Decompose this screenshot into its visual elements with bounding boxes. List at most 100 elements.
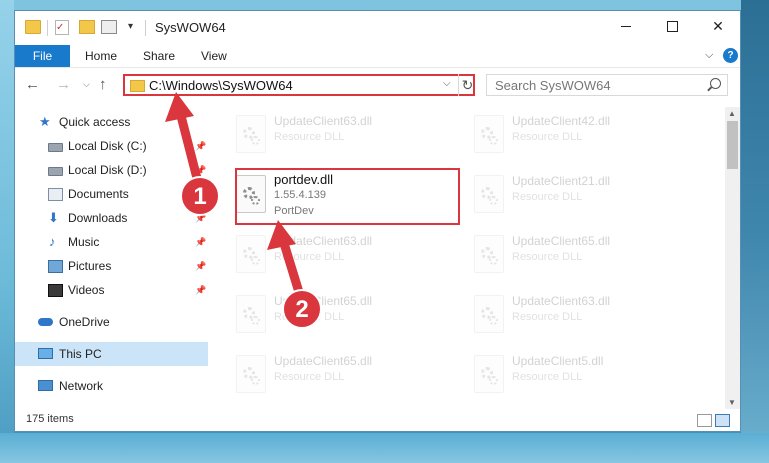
drive-icon (48, 167, 63, 176)
search-icon[interactable] (710, 78, 721, 89)
videos-icon (48, 284, 63, 297)
search-placeholder: Search SysWOW64 (495, 78, 611, 93)
file-list: UpdateClient63.dll Resource DLL portdev.… (220, 107, 725, 409)
sidebar-item-label: Local Disk (D:) (68, 163, 147, 177)
file-type: Resource DLL (512, 311, 583, 323)
sidebar-item-label: Videos (68, 283, 105, 297)
maximize-button[interactable] (649, 11, 695, 41)
status-bar: 175 items (15, 409, 740, 431)
cloud-icon (38, 318, 53, 326)
sidebar-item-local-disk-c[interactable]: Local Disk (C:) 📌 (15, 134, 208, 158)
pin-icon[interactable]: 📌 (195, 134, 206, 158)
file-item[interactable]: UpdateClient63.dll Resource DLL (230, 107, 450, 161)
recent-locations-icon[interactable]: ⌵ (83, 79, 90, 90)
sidebar-item-this-pc[interactable]: This PC (15, 342, 208, 366)
file-type: Resource DLL (274, 371, 345, 383)
computer-icon (38, 348, 53, 359)
scroll-down-icon[interactable]: ▼ (728, 398, 736, 407)
file-item[interactable]: UpdateClient63.dll Resource DLL (468, 287, 688, 341)
sidebar-item-videos[interactable]: Videos 📌 (15, 278, 208, 302)
close-button[interactable]: ✕ (695, 11, 741, 41)
details-view-icon[interactable] (697, 414, 712, 427)
minimize-button[interactable] (603, 11, 649, 41)
tab-share[interactable]: Share (143, 45, 175, 67)
properties-check-icon[interactable]: ✓ (55, 20, 69, 35)
item-count: 175 items (26, 413, 74, 425)
new-folder-icon[interactable] (79, 20, 95, 34)
music-icon: ♪ (49, 234, 56, 249)
window-title: SysWOW64 (155, 20, 226, 35)
sidebar-item-label: Quick access (59, 115, 131, 129)
file-name: UpdateClient63.dll (512, 294, 611, 308)
sidebar-item-label: Local Disk (C:) (68, 139, 147, 153)
vertical-scrollbar[interactable]: ▲ ▼ (725, 107, 740, 409)
drive-icon (48, 143, 63, 152)
sidebar-item-label: Network (59, 379, 104, 393)
sidebar-item-label: Music (68, 235, 100, 249)
file-item[interactable]: UpdateClient63.dll Resource DLL (230, 227, 450, 281)
pin-icon[interactable]: 📌 (195, 254, 206, 278)
sidebar-item-quick-access[interactable]: ★ Quick access (15, 110, 208, 134)
pin-icon[interactable]: 📌 (195, 278, 206, 302)
tab-file[interactable]: File (15, 45, 70, 67)
file-item[interactable]: UpdateClient21.dll Resource DLL (468, 167, 688, 221)
search-input[interactable]: Search SysWOW64 (486, 74, 728, 96)
highlight-box-portdev (235, 168, 460, 225)
dll-file-icon (234, 115, 266, 153)
folder-icon (130, 80, 145, 92)
file-name: UpdateClient65.dll (274, 354, 373, 368)
dll-file-icon (472, 175, 504, 213)
help-icon[interactable]: ? (723, 48, 738, 63)
back-arrow-icon[interactable]: ← (25, 76, 40, 93)
tab-home[interactable]: Home (85, 45, 117, 67)
tab-view[interactable]: View (201, 45, 227, 67)
divider (145, 20, 146, 36)
sidebar-item-downloads[interactable]: ⬇ Downloads 📌 (15, 206, 208, 230)
sidebar-item-label: Documents (68, 187, 129, 201)
sidebar-item-pictures[interactable]: Pictures 📌 (15, 254, 208, 278)
scrollbar-thumb[interactable] (727, 121, 738, 169)
desktop-background-right (741, 0, 769, 463)
dll-file-icon (234, 235, 266, 273)
dll-file-icon (234, 355, 266, 393)
refresh-icon[interactable]: ↻ (458, 74, 476, 96)
up-arrow-icon[interactable]: ↑ (99, 76, 107, 93)
dll-file-icon (472, 235, 504, 273)
file-item[interactable]: UpdateClient65.dll Resource DLL (230, 347, 450, 401)
sidebar-item-onedrive[interactable]: OneDrive (15, 310, 208, 334)
network-icon (38, 380, 53, 391)
file-name: UpdateClient63.dll (274, 114, 373, 128)
file-type: Resource DLL (512, 251, 583, 263)
address-path[interactable]: C:\Windows\SysWOW64 (149, 78, 293, 93)
download-icon: ⬇ (48, 210, 59, 225)
quick-access-dropdown-icon[interactable]: ▾ (128, 21, 133, 32)
ribbon-expand-icon[interactable]: ⌵ (705, 49, 713, 62)
navigation-pane: ★ Quick access Local Disk (C:) 📌 Local D… (15, 107, 210, 409)
file-type: Resource DLL (512, 131, 583, 143)
customize-icon[interactable] (101, 20, 117, 34)
address-dropdown-icon[interactable]: ⌵ (443, 78, 451, 89)
scroll-up-icon[interactable]: ▲ (728, 109, 736, 118)
file-item[interactable]: UpdateClient42.dll Resource DLL (468, 107, 688, 161)
ribbon: File Home Share View ⌵ ? (15, 45, 740, 67)
folder-icon (25, 20, 41, 34)
pictures-icon (48, 260, 63, 273)
file-name: UpdateClient21.dll (512, 174, 611, 188)
sidebar-item-local-disk-d[interactable]: Local Disk (D:) 📌 (15, 158, 208, 182)
file-name: UpdateClient65.dll (512, 234, 611, 248)
address-bar[interactable]: C:\Windows\SysWOW64 ⌵ ↻ (123, 74, 475, 96)
sidebar-item-music[interactable]: ♪ Music 📌 (15, 230, 208, 254)
file-name: UpdateClient63.dll (274, 234, 373, 248)
star-icon: ★ (39, 114, 51, 129)
pin-icon[interactable]: 📌 (195, 230, 206, 254)
file-type: Resource DLL (512, 371, 583, 383)
file-item[interactable]: UpdateClient65.dll Resource DLL (230, 287, 450, 341)
forward-arrow-icon[interactable]: → (56, 76, 71, 93)
sidebar-item-label: Pictures (68, 259, 112, 273)
desktop-background-left (0, 0, 14, 463)
file-item[interactable]: UpdateClient65.dll Resource DLL (468, 227, 688, 281)
step-badge-1: 1 (180, 176, 220, 216)
large-icons-view-icon[interactable] (715, 414, 730, 427)
file-item[interactable]: UpdateClient5.dll Resource DLL (468, 347, 688, 401)
sidebar-item-network[interactable]: Network (15, 374, 208, 398)
